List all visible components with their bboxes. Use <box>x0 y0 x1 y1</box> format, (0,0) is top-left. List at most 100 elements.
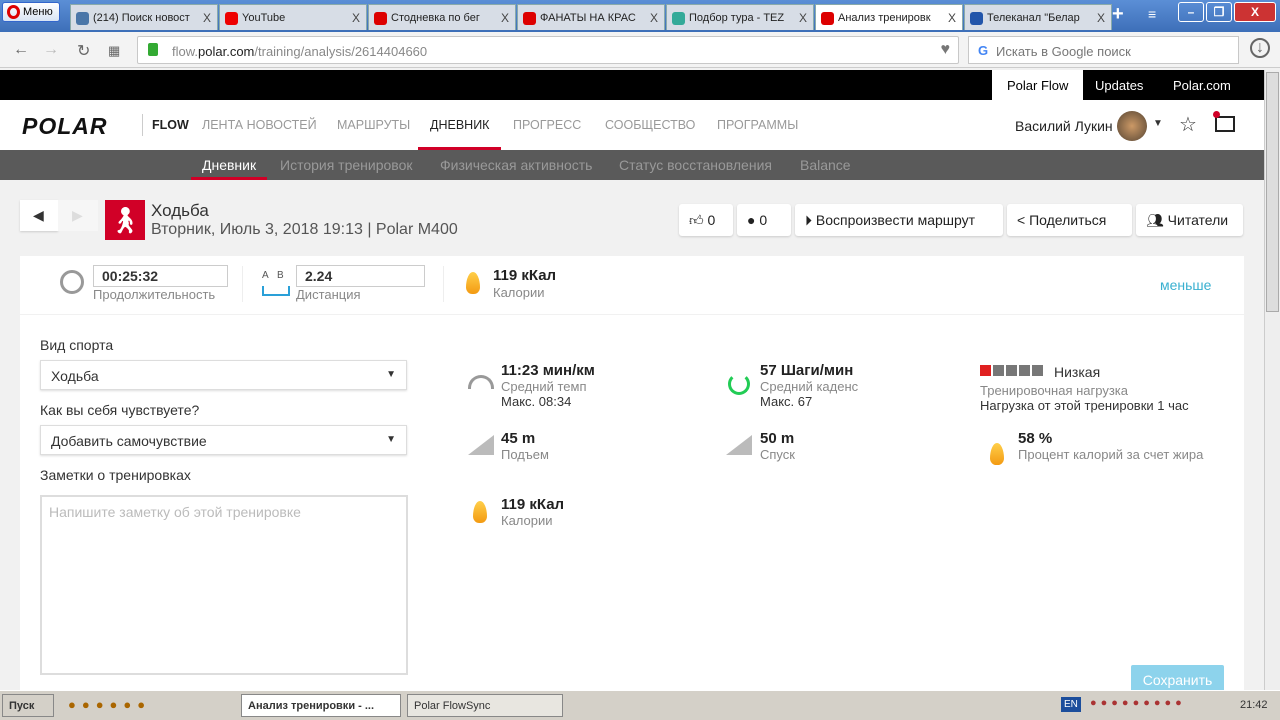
subnav-history[interactable]: История тренировок <box>280 157 412 180</box>
less-link[interactable]: меньше <box>1160 277 1211 293</box>
cal-value: 119 кКал <box>501 496 565 513</box>
clock: 21:42 <box>1240 699 1268 711</box>
search-input[interactable]: G Искать в Google поиск <box>968 36 1239 64</box>
duration-field[interactable]: 00:25:32 <box>93 265 228 287</box>
close-tab-icon[interactable]: X <box>352 11 360 25</box>
distance-label: Дистанция <box>296 287 361 302</box>
close-tab-icon[interactable]: X <box>799 11 807 25</box>
distance-field[interactable]: 2.24 <box>296 265 425 287</box>
polar-com-link[interactable]: Polar.com <box>1158 70 1246 100</box>
scrollbar[interactable] <box>1264 70 1280 690</box>
reload-icon[interactable]: ↻ <box>77 41 90 61</box>
like-button[interactable]: 👍︎ 0 <box>679 204 733 236</box>
details-panel: Вид спорта Ходьба Как вы себя чувствуете… <box>20 315 1244 695</box>
language-indicator[interactable]: EN <box>1061 697 1081 712</box>
notifications-icon[interactable] <box>1213 111 1235 132</box>
flame-icon <box>473 501 487 523</box>
opera-icon <box>7 5 20 19</box>
descent-label: Спуск <box>760 447 795 462</box>
back-icon[interactable]: ← <box>13 41 29 59</box>
speedometer-icon <box>468 375 494 389</box>
close-tab-icon[interactable]: X <box>650 11 658 25</box>
browser-tab-strip: Меню (214) Поиск новост X YouTube X Стодневк… <box>0 0 1280 32</box>
user-name[interactable]: Василий Лукин <box>1015 118 1113 134</box>
updates-link[interactable]: Updates <box>1080 70 1158 100</box>
sport-select[interactable]: Ходьба <box>40 360 407 390</box>
flame-icon <box>466 272 480 294</box>
share-icon: < <box>1017 212 1026 228</box>
browser-tab[interactable]: Анализ тренировк X <box>815 4 963 30</box>
subnav-diary[interactable]: Дневник <box>191 157 268 180</box>
google-icon: G <box>978 43 989 58</box>
close-tab-icon[interactable]: X <box>1097 11 1105 25</box>
chevron-down-icon[interactable]: ▼ <box>1153 118 1163 129</box>
prev-session-button[interactable]: ◀ <box>20 200 58 231</box>
subnav-recovery[interactable]: Статус восстановления <box>619 157 772 180</box>
taskbar-window-opera[interactable]: Анализ тренировки - ... <box>241 694 401 717</box>
close-tab-icon[interactable]: X <box>948 11 956 25</box>
taskbar-window-flowsync[interactable]: Polar FlowSync <box>407 694 563 717</box>
browser-menu-button[interactable]: Меню <box>2 2 60 22</box>
url-input[interactable]: flow.polar.com/training/analysis/2614404… <box>137 36 959 64</box>
load-bar-segment <box>980 365 991 376</box>
subnav-activity[interactable]: Физическая активность <box>440 157 592 180</box>
descent-value: 50 m <box>760 430 795 447</box>
stopwatch-icon <box>60 270 84 294</box>
next-session-button[interactable]: ▶ <box>58 200 98 231</box>
notes-textarea[interactable]: Напишите заметку об этой тренировке <box>40 495 408 675</box>
download-icon[interactable]: ↓ <box>1250 38 1270 58</box>
pace-label: Средний темп <box>501 379 587 394</box>
share-button[interactable]: < Поделиться <box>1007 204 1132 236</box>
sub-nav: Дневник История тренировок Физическая ак… <box>0 150 1264 180</box>
tray-icons[interactable]: ●●●●●●●●● <box>1090 697 1186 709</box>
people-icon: 👥︎ <box>1146 212 1164 228</box>
fat-value: 58 % <box>1018 430 1053 447</box>
close-tab-icon[interactable]: X <box>203 11 211 25</box>
star-icon[interactable]: ☆ <box>1179 112 1197 137</box>
nav-programs[interactable]: ПРОГРАММЫ <box>717 118 798 150</box>
walking-icon: 🚶︎ <box>105 200 145 240</box>
nav-diary[interactable]: ДНЕВНИК <box>418 118 502 150</box>
descent-icon <box>726 435 752 455</box>
comment-button[interactable]: ● 0 <box>737 204 791 236</box>
subnav-balance[interactable]: Balance <box>800 157 851 180</box>
browser-tab[interactable]: Подбор тура - TEZ X <box>666 4 814 30</box>
browser-tab[interactable]: ФАНАТЫ НА КРАС X <box>517 4 665 30</box>
browser-tab[interactable]: YouTube X <box>219 4 367 30</box>
maximize-button[interactable]: ❐ <box>1206 2 1232 22</box>
speed-dial-icon[interactable]: ▦ <box>108 43 120 59</box>
sport-label: Вид спорта <box>40 337 114 353</box>
browser-tab[interactable]: Телеканал "Белар X <box>964 4 1112 30</box>
avatar[interactable] <box>1117 111 1147 141</box>
calories-label: Калории <box>493 285 545 300</box>
tab-title: Подбор тура - TEZ <box>689 12 785 24</box>
tab-menu-icon[interactable]: ≡ <box>1148 6 1156 22</box>
forward-icon[interactable]: → <box>43 41 59 59</box>
load-bar-segment <box>1019 365 1030 376</box>
nav-progress[interactable]: ПРОГРЕСС <box>513 118 581 150</box>
minimize-button[interactable]: – <box>1178 2 1204 22</box>
followers-button[interactable]: 👥︎ Читатели <box>1136 204 1243 236</box>
browser-tab[interactable]: Стодневка по бег X <box>368 4 516 30</box>
comment-icon: ● <box>747 212 756 228</box>
start-button[interactable]: Пуск <box>2 694 54 717</box>
close-window-button[interactable]: X <box>1234 2 1276 22</box>
feel-select[interactable]: Добавить самочувствие <box>40 425 407 455</box>
polar-top-bar: Polar Flow Updates Polar.com <box>0 70 1264 100</box>
tab-title: Стодневка по бег <box>391 12 480 24</box>
nav-news[interactable]: ЛЕНТА НОВОСТЕЙ <box>202 118 317 150</box>
ascent-value: 45 m <box>501 430 536 447</box>
replay-route-button[interactable]: ⏵ Воспроизвести маршрут <box>795 204 1003 236</box>
nav-routes[interactable]: МАРШРУТЫ <box>337 118 410 150</box>
quick-launch-icons[interactable]: ●●●●●● <box>68 697 151 712</box>
heart-icon[interactable]: ♥ <box>941 41 951 59</box>
flame-icon <box>990 443 1004 465</box>
close-tab-icon[interactable]: X <box>501 11 509 25</box>
browser-tab[interactable]: (214) Поиск новост X <box>70 4 218 30</box>
polar-logo[interactable]: POLAR <box>22 113 108 140</box>
new-tab-button[interactable]: + <box>1112 3 1124 26</box>
load-bar-segment <box>1032 365 1043 376</box>
polar-flow-link[interactable]: Polar Flow <box>992 70 1084 100</box>
session-subtitle: Вторник, Июль 3, 2018 19:13 | Polar M400 <box>151 221 458 238</box>
nav-community[interactable]: СООБЩЕСТВО <box>605 118 695 150</box>
